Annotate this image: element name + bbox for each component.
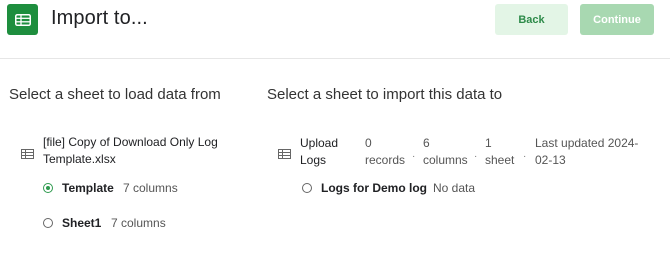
- target-option-name[interactable]: Logs for Demo log: [321, 181, 427, 195]
- separator-dot: ·: [523, 151, 527, 162]
- sheet-option-meta: 7 columns: [111, 216, 166, 230]
- continue-button[interactable]: Continue: [580, 4, 654, 35]
- separator-dot: ·: [412, 151, 416, 162]
- sheet-radio-template[interactable]: [43, 183, 53, 193]
- source-file-name: [file] Copy of Download Only Log Templat…: [43, 135, 218, 166]
- last-updated: Last updated 2024-02-13: [535, 136, 639, 167]
- column-count: 6 columns: [423, 136, 468, 167]
- sheet-option-meta: 7 columns: [123, 181, 178, 195]
- header-bar: Import to... Back Continue: [0, 0, 670, 59]
- target-file-name: Upload Logs: [300, 136, 339, 167]
- target-option-meta: No data: [433, 181, 476, 195]
- table-icon: [278, 146, 291, 159]
- table-icon: [21, 146, 34, 159]
- page-title: Import to...: [51, 7, 148, 29]
- spreadsheet-icon: [7, 4, 38, 35]
- separator-dot: ·: [474, 151, 478, 162]
- back-button[interactable]: Back: [495, 4, 568, 35]
- record-count: 0 records: [365, 136, 406, 167]
- sheet-count: 1 sheet: [485, 136, 515, 167]
- sheet-radio-sheet1[interactable]: [43, 218, 53, 228]
- source-section-title: Select a sheet to load data from: [9, 86, 221, 103]
- sheet-option-name[interactable]: Template: [62, 181, 114, 195]
- target-radio-logs-for-demo-log[interactable]: [302, 183, 312, 193]
- target-section-title: Select a sheet to import this data to: [267, 86, 503, 103]
- sheet-option-name[interactable]: Sheet1: [62, 216, 101, 230]
